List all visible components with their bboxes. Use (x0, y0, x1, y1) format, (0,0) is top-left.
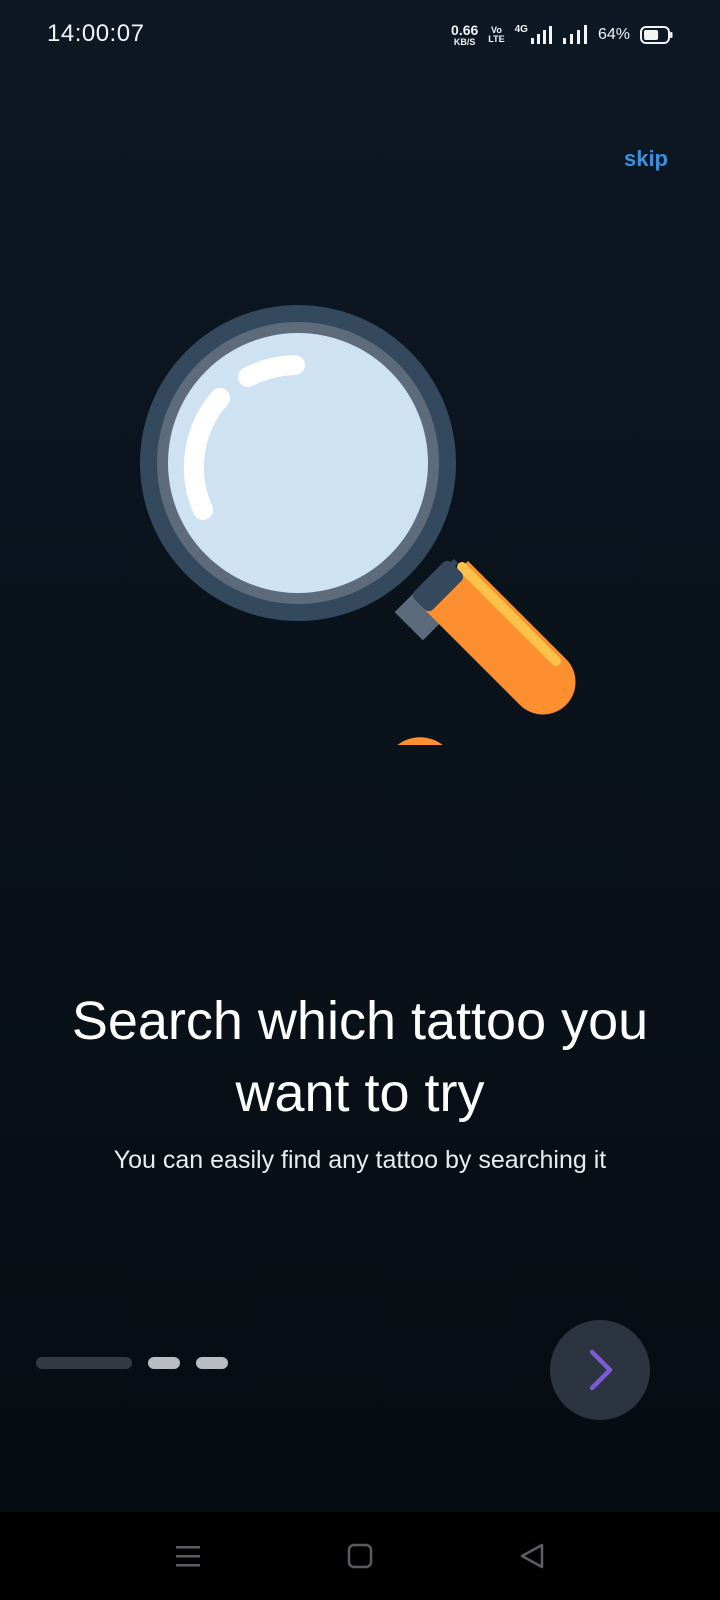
skip-button[interactable]: skip (624, 146, 668, 172)
status-bar: 14:00:07 0.66 KB/S Vo LTE 4G 64% (0, 0, 720, 72)
home-square-icon (347, 1543, 373, 1569)
status-icons: 0.66 KB/S Vo LTE 4G 64% (451, 20, 674, 50)
network-speed-unit: KB/S (453, 37, 476, 47)
navigation-bar (0, 1512, 720, 1600)
network-speed-value: 0.66 (451, 22, 479, 38)
nav-back-button[interactable] (516, 1540, 548, 1572)
next-button[interactable] (550, 1320, 650, 1420)
menu-icon (176, 1546, 200, 1567)
back-triangle-icon (520, 1543, 544, 1569)
volte-icon: Vo LTE (488, 26, 504, 44)
network-type-label: 4G (514, 24, 528, 35)
nav-home-button[interactable] (344, 1540, 376, 1572)
magnifying-glass-icon (140, 305, 580, 880)
page-indicator (36, 1357, 228, 1369)
battery-percent: 64% (597, 26, 630, 43)
signal-strength-icon (562, 24, 588, 46)
page-indicator-dot-2 (148, 1357, 180, 1369)
signal-4g-icon: 4G (515, 24, 552, 46)
chevron-right-icon (589, 1349, 613, 1391)
network-speed: 0.66 KB/S (451, 23, 478, 47)
nav-menu-button[interactable] (172, 1540, 204, 1572)
page-indicator-dot-1 (36, 1357, 132, 1369)
page-indicator-dot-3 (196, 1357, 228, 1369)
volte-bottom-label: LTE (488, 34, 505, 44)
status-time: 14:00:07 (47, 20, 145, 47)
onboarding-subtitle: You can easily find any tattoo by search… (113, 1146, 607, 1174)
onboarding-headline: Search which tattoo you want to try (71, 991, 649, 1123)
battery-icon (640, 25, 674, 45)
